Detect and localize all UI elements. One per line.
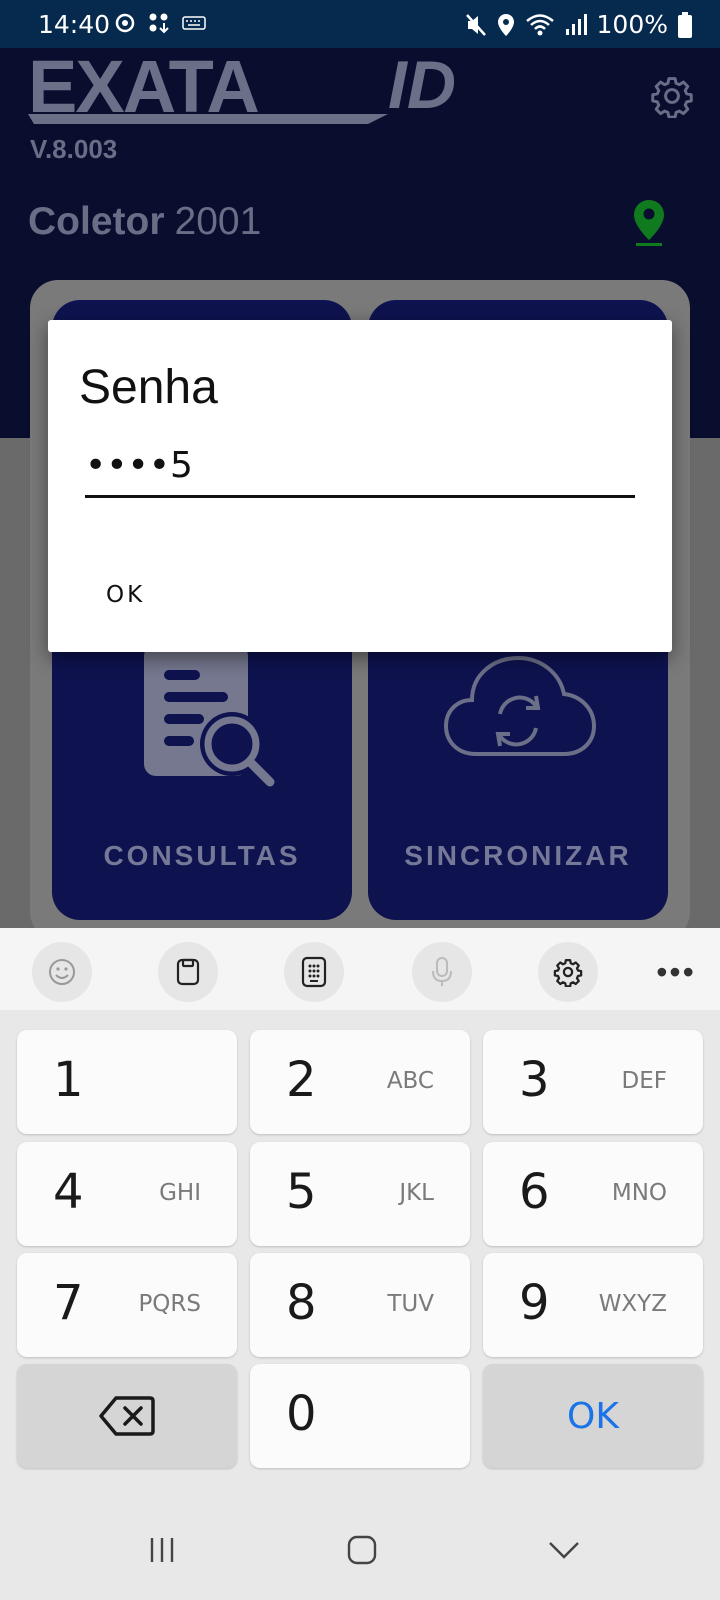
key-digit: 7: [53, 1275, 84, 1331]
key-digit: 0: [286, 1386, 317, 1442]
settings-button[interactable]: [650, 74, 698, 122]
sync-status-icon: [115, 13, 135, 33]
coletor-label: Coletor: [28, 200, 165, 243]
key-2[interactable]: 2 ABC: [250, 1030, 470, 1134]
mute-icon: [465, 13, 486, 36]
signal-icon: [565, 13, 587, 35]
key-7[interactable]: 7 PQRS: [17, 1253, 237, 1357]
key-digit: 4: [53, 1164, 84, 1220]
emoji-icon: [49, 959, 75, 985]
app-version: V.8.003: [30, 134, 118, 164]
key-4[interactable]: 4 GHI: [17, 1142, 237, 1246]
location-status-icon: [497, 13, 514, 36]
coletor-number: 2001: [174, 200, 262, 243]
keyboard-toolbar: •••: [0, 928, 720, 1010]
key-6[interactable]: 6 MNO: [483, 1142, 703, 1246]
dialog-ok-button[interactable]: OK: [106, 582, 145, 608]
recent-apps-button[interactable]: [138, 1528, 186, 1572]
key-digit: 9: [519, 1275, 550, 1331]
status-time: 14:40: [38, 10, 111, 39]
key-letters: GHI: [159, 1180, 201, 1206]
key-digit: 1: [53, 1052, 84, 1108]
location-pin-icon: [634, 200, 664, 246]
recent-apps-icon: [150, 1538, 174, 1562]
key-digit: 3: [519, 1052, 550, 1108]
voice-input-button[interactable]: [412, 942, 472, 1002]
key-digit: 8: [286, 1275, 317, 1331]
keyboard-status-icon: [182, 16, 206, 30]
dialog-title: Senha: [79, 361, 218, 414]
key-letters: DEF: [621, 1068, 667, 1094]
tile-sincronizar[interactable]: SINCRONIZAR: [368, 620, 668, 920]
keyboard-settings-button[interactable]: [538, 942, 598, 1002]
keypad-button[interactable]: [284, 942, 344, 1002]
home-button[interactable]: [338, 1528, 386, 1572]
system-nav-bar: [0, 1500, 720, 1600]
key-1[interactable]: 1: [17, 1030, 237, 1134]
keyboard-ok-key[interactable]: OK: [483, 1364, 703, 1468]
backspace-key[interactable]: [17, 1364, 237, 1468]
key-digit: 6: [519, 1164, 550, 1220]
key-3[interactable]: 3 DEF: [483, 1030, 703, 1134]
exata-id-logo: EXATA ID: [28, 45, 498, 137]
password-dialog: Senha OK: [48, 320, 672, 652]
keypad-icon: [301, 956, 327, 988]
battery-text: 100%: [596, 10, 668, 39]
clipboard-icon: [176, 958, 200, 986]
key-8[interactable]: 8 TUV: [250, 1253, 470, 1357]
chevron-down-icon: [549, 1542, 579, 1559]
tile-consultas[interactable]: CONSULTAS: [52, 620, 352, 920]
emoji-button[interactable]: [32, 942, 92, 1002]
status-right-icons: 100%: [465, 10, 692, 39]
key-letters: JKL: [399, 1180, 434, 1206]
microphone-icon: [432, 957, 452, 986]
apps-status-icon: [149, 13, 169, 34]
home-icon: [347, 1535, 377, 1565]
key-0[interactable]: 0: [250, 1364, 470, 1468]
password-input[interactable]: [85, 442, 635, 498]
key-letters: ABC: [386, 1068, 434, 1094]
battery-icon: [678, 11, 692, 38]
location-button[interactable]: [632, 198, 666, 253]
key-letters: PQRS: [138, 1291, 201, 1317]
gear-icon: [651, 77, 693, 119]
clipboard-button[interactable]: [158, 942, 218, 1002]
wifi-icon: [525, 13, 554, 35]
gear-icon: [553, 959, 583, 987]
tile-label-sincronizar: SINCRONIZAR: [404, 840, 632, 871]
key-5[interactable]: 5 JKL: [250, 1142, 470, 1246]
cloud-sync-icon: [443, 655, 597, 756]
status-left-icons: [114, 12, 206, 34]
more-options-button[interactable]: •••: [646, 942, 706, 1002]
coletor-info: Coletor 2001: [28, 200, 261, 244]
key-letters: WXYZ: [598, 1291, 667, 1317]
back-button[interactable]: [540, 1528, 588, 1572]
more-icon: •••: [656, 953, 696, 990]
backspace-icon: [99, 1396, 155, 1436]
tile-label-consultas: CONSULTAS: [103, 840, 301, 871]
key-digit: 2: [286, 1052, 317, 1108]
key-9[interactable]: 9 WXYZ: [483, 1253, 703, 1357]
key-letters: TUV: [387, 1291, 434, 1317]
logo-suffix: ID: [388, 52, 456, 123]
key-letters: MNO: [611, 1180, 667, 1206]
document-search-icon: [144, 644, 275, 787]
status-bar: 14:40 100%: [0, 0, 720, 48]
keyboard-ok-label: OK: [567, 1395, 619, 1437]
key-digit: 5: [286, 1164, 317, 1220]
